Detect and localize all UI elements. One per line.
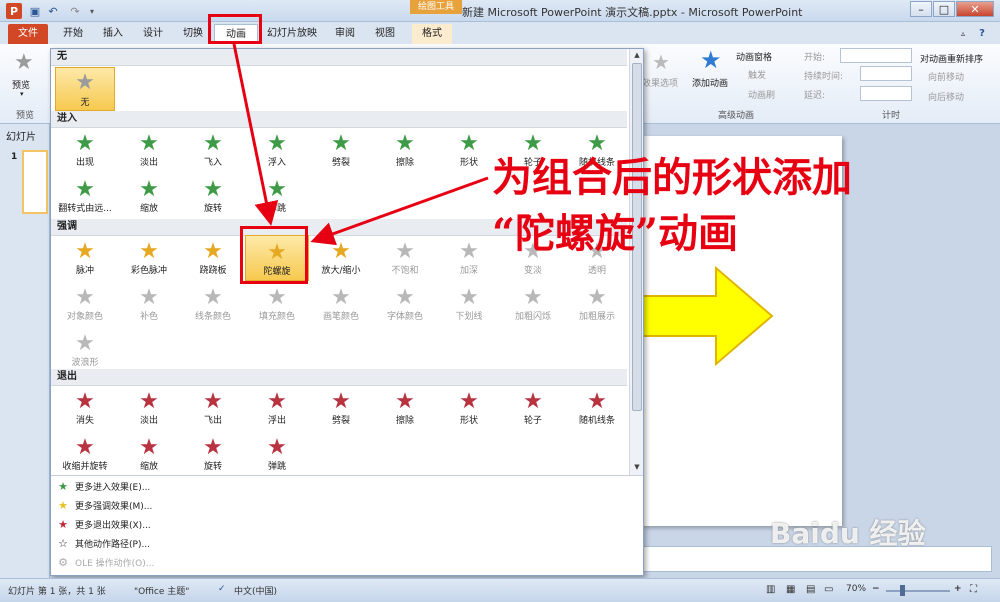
- slide-sorter-icon[interactable]: ▦: [786, 584, 795, 595]
- zoom-out-icon[interactable]: −: [872, 584, 880, 594]
- zoom-level[interactable]: 70%: [846, 584, 866, 594]
- normal-view-icon[interactable]: ▥: [766, 584, 775, 595]
- zoom-slider[interactable]: [886, 590, 950, 592]
- arrow-text-to-effect: [310, 176, 489, 246]
- zoom-in-icon[interactable]: +: [954, 584, 962, 594]
- status-bar: 幻灯片 第 1 张，共 1 张 "Office 主题" ✓ 中文(中国) ▥ ▦…: [0, 578, 1000, 602]
- slideshow-view-icon[interactable]: ▭: [824, 584, 833, 595]
- theme-status: "Office 主题": [134, 587, 190, 597]
- baidu-jingyan-watermark: Baidu 经验: [770, 517, 926, 550]
- annotation-line-2: “陀螺旋”动画: [492, 210, 739, 257]
- slide-count-status: 幻灯片 第 1 张，共 1 张: [8, 587, 106, 597]
- language-status[interactable]: 中文(中国): [234, 584, 277, 597]
- annotation-line-1: 为组合后的形状添加: [492, 154, 852, 201]
- zoom-slider-thumb[interactable]: [900, 585, 905, 596]
- spelling-check-icon[interactable]: ✓: [218, 584, 226, 594]
- arrow-tab-to-effect: [232, 43, 279, 226]
- instruction-annotation: 为组合后的形状添加 “陀螺旋”动画: [492, 150, 962, 262]
- fit-to-window-icon[interactable]: ⛶: [970, 584, 977, 595]
- reading-view-icon[interactable]: ▤: [806, 584, 815, 595]
